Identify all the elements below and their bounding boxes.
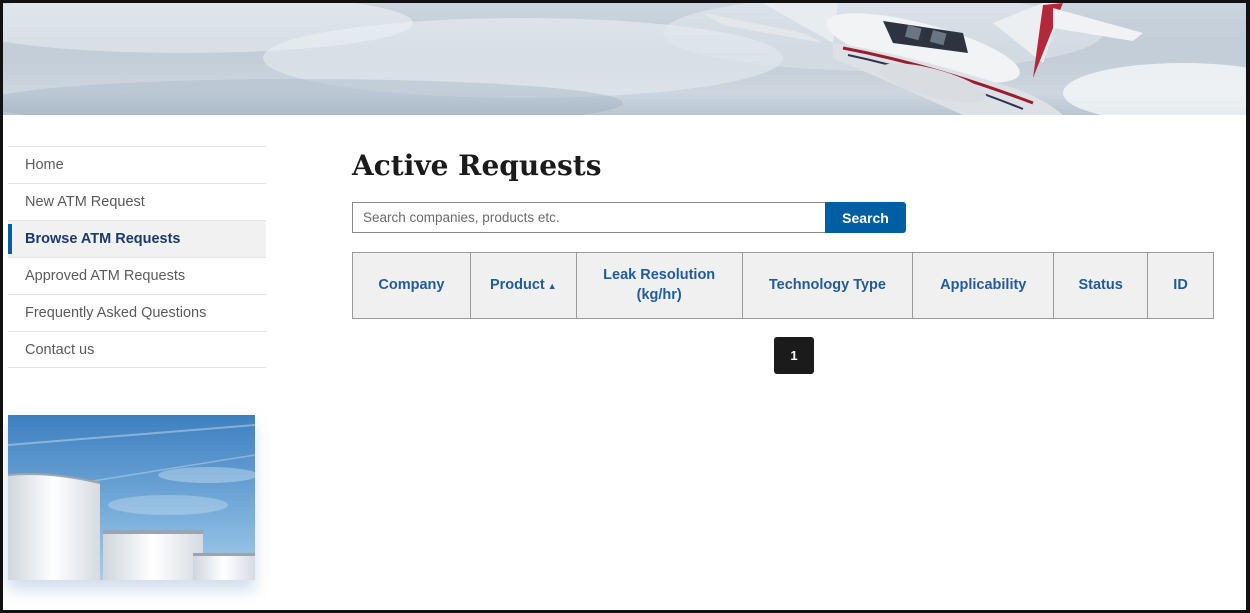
sidebar-nav: Home New ATM Request Browse ATM Requests… <box>8 146 266 368</box>
sort-ascending-icon: ▲ <box>547 280 557 291</box>
column-label: Company <box>378 276 445 293</box>
search-bar: Search <box>352 202 906 233</box>
sidebar-item-label: Frequently Asked Questions <box>25 305 207 321</box>
column-label: Applicability <box>940 276 1027 293</box>
airplane-banner-image <box>3 3 1246 115</box>
column-label: Technology Type <box>768 276 886 293</box>
storage-tanks-graphic <box>8 415 255 580</box>
sidebar-item-label: Contact us <box>25 341 95 358</box>
page-title: Active Requests <box>352 149 602 182</box>
sidebar-item-home[interactable]: Home <box>8 146 266 183</box>
column-header-leak-resolution[interactable]: Leak Resolution (kg/hr) <box>575 252 743 319</box>
sidebar-item-contact-us[interactable]: Contact us <box>8 331 266 368</box>
sidebar-item-label: New ATM Request <box>25 194 145 210</box>
column-header-technology-type[interactable]: Technology Type <box>741 252 914 319</box>
column-label: Status <box>1078 276 1123 293</box>
column-label: ID <box>1173 276 1188 293</box>
table-header-row: Company Product ▲ Leak Resolution (kg/hr)… <box>352 252 1214 319</box>
column-header-id[interactable]: ID <box>1147 252 1214 319</box>
sidebar-item-faq[interactable]: Frequently Asked Questions <box>8 294 266 331</box>
page-button-current[interactable]: 1 <box>774 337 814 374</box>
storage-tanks-image <box>8 415 255 580</box>
sidebar-item-approved-atm-requests[interactable]: Approved ATM Requests <box>8 257 266 294</box>
sidebar-item-browse-atm-requests[interactable]: Browse ATM Requests <box>8 220 266 257</box>
column-label: Leak Resolution (kg/hr) <box>603 266 716 303</box>
search-input[interactable] <box>352 202 825 233</box>
search-button[interactable]: Search <box>825 202 906 233</box>
sidebar-item-label: Approved ATM Requests <box>25 268 186 284</box>
sidebar-item-label: Home <box>25 157 64 173</box>
sidebar-item-label: Browse ATM Requests <box>25 231 181 247</box>
sidebar-item-new-atm-request[interactable]: New ATM Request <box>8 183 266 220</box>
requests-table: Company Product ▲ Leak Resolution (kg/hr)… <box>352 252 1214 319</box>
column-label: Product <box>489 276 545 293</box>
column-header-company[interactable]: Company <box>352 252 471 319</box>
column-header-applicability[interactable]: Applicability <box>912 252 1055 319</box>
column-header-status[interactable]: Status <box>1053 252 1149 319</box>
column-header-product[interactable]: Product ▲ <box>469 252 577 319</box>
pagination: 1 <box>774 337 814 374</box>
header-banner <box>3 3 1246 115</box>
